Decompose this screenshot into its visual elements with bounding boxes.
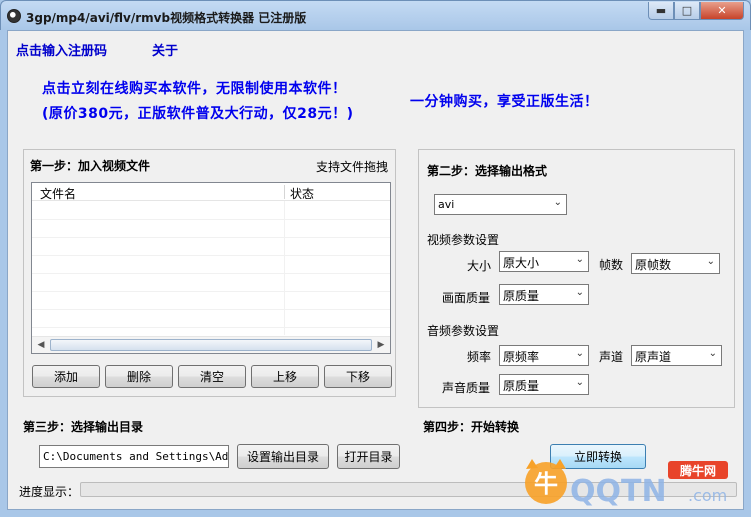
audio-quality-select[interactable]: 原质量 ⌄ <box>499 374 589 395</box>
step4-title: 第四步：开始转换 <box>423 420 520 434</box>
window-title: 3gp/mp4/avi/flv/rmvb视频格式转换器 已注册版 <box>26 11 307 25</box>
svg-text:牛: 牛 <box>534 470 558 498</box>
output-format-value: avi <box>438 198 455 211</box>
column-divider[interactable] <box>284 185 285 199</box>
fps-select[interactable]: 原帧数 ⌄ <box>631 253 720 274</box>
scroll-thumb[interactable] <box>50 339 372 351</box>
close-button[interactable]: ✕ <box>700 2 744 20</box>
row-gridline <box>32 273 390 274</box>
audio-quality-value: 原质量 <box>503 379 540 393</box>
step2-group: 第二步：选择输出格式 avi ⌄ 视频参数设置 大小 原大小 ⌄ 帧数 原帧数 … <box>418 149 735 408</box>
audio-quality-label: 声音质量 <box>442 381 491 395</box>
scroll-left-icon[interactable]: ◀ <box>33 338 49 352</box>
svg-text:.com: .com <box>688 486 727 505</box>
row-gridline <box>32 255 390 256</box>
video-quality-value: 原质量 <box>503 289 540 303</box>
scroll-right-icon[interactable]: ▶ <box>373 338 389 352</box>
add-button[interactable]: 添加 <box>32 365 100 388</box>
step2-title: 第二步：选择输出格式 <box>427 164 548 178</box>
open-dir-button[interactable]: 打开目录 <box>337 444 400 469</box>
size-value: 原大小 <box>503 256 540 270</box>
fps-value: 原帧数 <box>635 258 672 272</box>
chevron-down-icon: ⌄ <box>706 256 715 267</box>
move-down-button[interactable]: 下移 <box>324 365 392 388</box>
size-label: 大小 <box>467 259 492 273</box>
channel-label: 声道 <box>599 350 624 364</box>
audio-settings-label: 音频参数设置 <box>427 324 500 338</box>
size-select[interactable]: 原大小 ⌄ <box>499 251 589 272</box>
file-list-header: 文件名 状态 <box>32 183 390 201</box>
minimize-button[interactable]: ▬ <box>648 2 674 20</box>
progress-label: 进度显示： <box>19 485 80 499</box>
move-up-button[interactable]: 上移 <box>251 365 319 388</box>
row-gridline <box>32 219 390 220</box>
video-quality-select[interactable]: 原质量 ⌄ <box>499 284 589 305</box>
file-list[interactable]: 文件名 状态 ◀ ▶ <box>31 182 391 354</box>
chevron-down-icon: ⌄ <box>575 377 584 388</box>
chevron-down-icon: ⌄ <box>553 197 562 208</box>
video-quality-label: 画面质量 <box>442 291 491 305</box>
set-output-dir-button[interactable]: 设置输出目录 <box>237 444 329 469</box>
one-minute-buy-link[interactable]: 一分钟购买，享受正版生活！ <box>410 91 599 111</box>
row-gridline <box>32 327 390 328</box>
sample-rate-label: 频率 <box>467 350 492 364</box>
svg-text:腾牛网: 腾牛网 <box>679 463 716 478</box>
output-dir-field[interactable]: C:\Documents and Settings\Admin <box>39 445 229 468</box>
row-gridline <box>32 237 390 238</box>
drag-drop-hint: 支持文件拖拽 <box>316 160 389 174</box>
price-promo-link[interactable]: (原价380元，正版软件普及大行动，仅28元！) <box>42 103 354 123</box>
window-controls: ▬ □ ✕ <box>648 2 744 20</box>
qqtn-watermark-logo: 牛 QQTN .com 腾牛网 <box>518 455 743 513</box>
row-gridline <box>32 291 390 292</box>
step3-title: 第三步：选择输出目录 <box>23 420 144 434</box>
sample-rate-select[interactable]: 原频率 ⌄ <box>499 345 589 366</box>
clear-button[interactable]: 清空 <box>178 365 246 388</box>
register-code-link[interactable]: 点击输入注册码 <box>16 40 107 59</box>
app-film-reel-icon <box>7 9 21 23</box>
main-window: 点击输入注册码 关于 点击立刻在线购买本软件，无限制使用本软件！ (原价380元… <box>7 30 744 510</box>
delete-button[interactable]: 删除 <box>105 365 173 388</box>
chevron-down-icon: ⌄ <box>575 287 584 298</box>
watermark-graphic: 牛 QQTN .com 腾牛网 <box>525 459 728 509</box>
output-format-select[interactable]: avi ⌄ <box>434 194 567 215</box>
step1-title: 第一步：加入视频文件 <box>30 159 151 173</box>
sample-rate-value: 原频率 <box>503 350 540 364</box>
column-gridline <box>284 201 285 335</box>
buy-online-link[interactable]: 点击立刻在线购买本软件，无限制使用本软件！ <box>42 78 347 98</box>
step1-group: 第一步：加入视频文件 支持文件拖拽 文件名 状态 ◀ ▶ 添加 删除 清空 上移… <box>23 149 396 397</box>
channel-select[interactable]: 原声道 ⌄ <box>631 345 722 366</box>
chevron-down-icon: ⌄ <box>575 254 584 265</box>
fps-label: 帧数 <box>599 258 624 272</box>
horizontal-scrollbar[interactable]: ◀ ▶ <box>32 336 390 353</box>
chevron-down-icon: ⌄ <box>575 348 584 359</box>
maximize-button[interactable]: □ <box>674 2 700 20</box>
channel-value: 原声道 <box>635 350 672 364</box>
about-link[interactable]: 关于 <box>152 40 178 59</box>
title-bar: 3gp/mp4/avi/flv/rmvb视频格式转换器 已注册版 ▬ □ ✕ <box>0 0 751 30</box>
column-filename[interactable]: 文件名 <box>40 185 76 202</box>
svg-text:QQTN: QQTN <box>570 474 667 509</box>
video-settings-label: 视频参数设置 <box>427 233 500 247</box>
row-gridline <box>32 309 390 310</box>
column-status[interactable]: 状态 <box>290 185 314 202</box>
chevron-down-icon: ⌄ <box>708 348 717 359</box>
